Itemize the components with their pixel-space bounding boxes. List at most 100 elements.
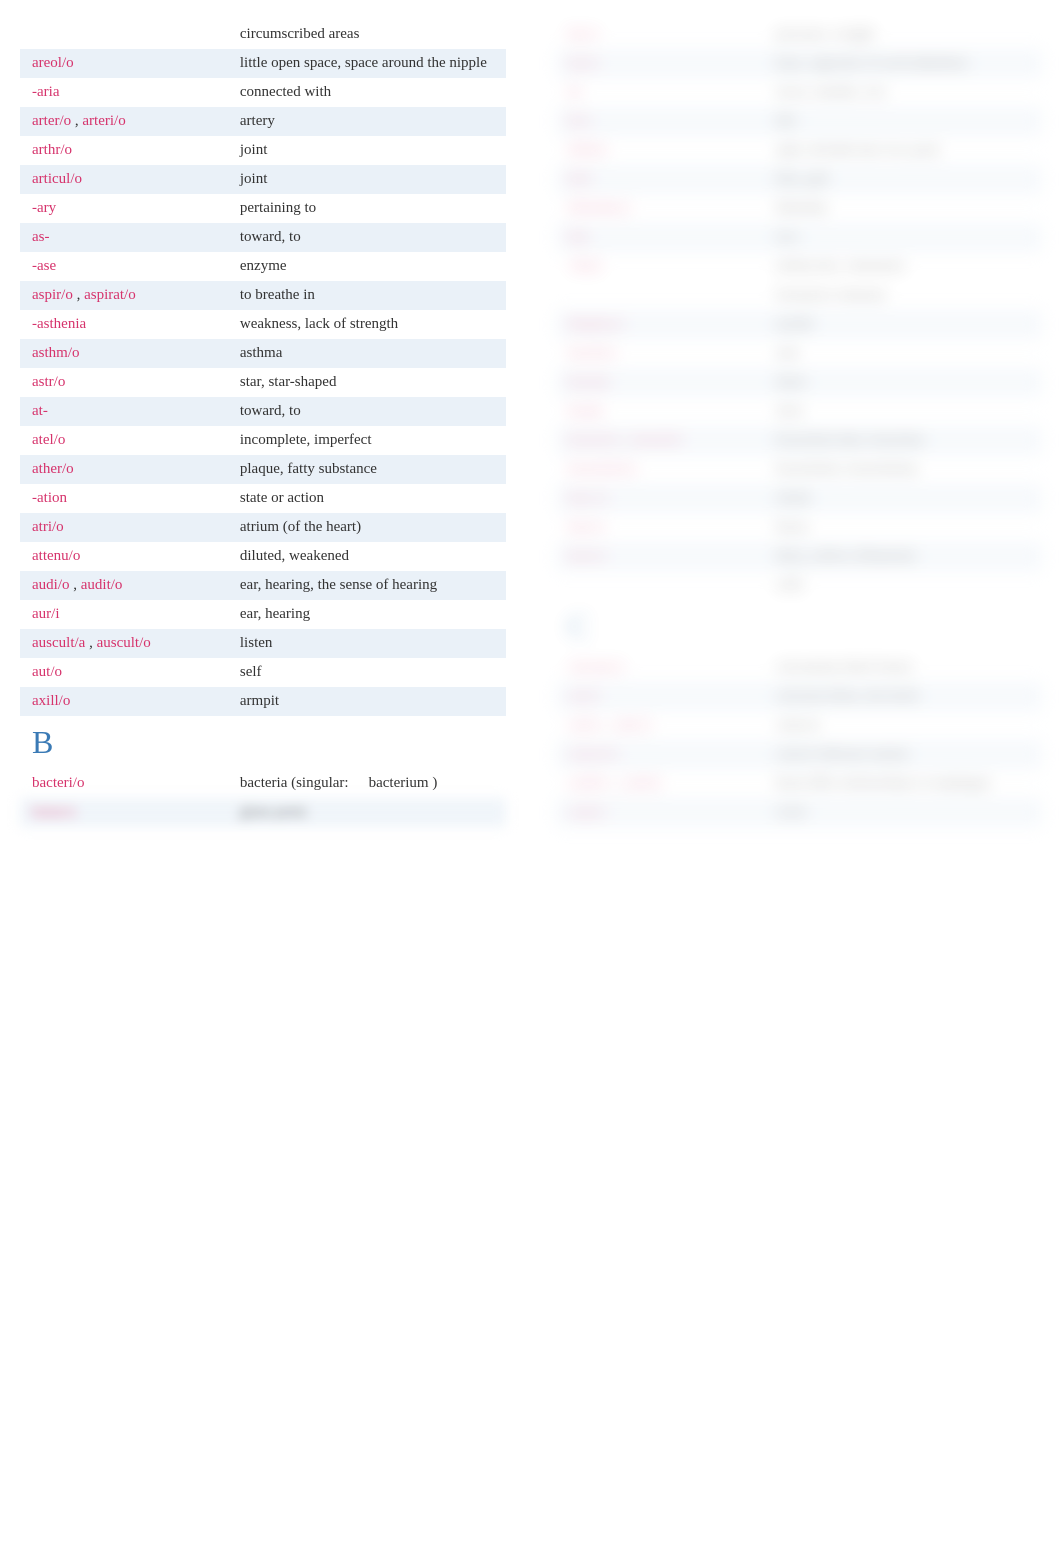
glossary-entry: articul/ojoint — [20, 165, 506, 194]
entry-terms: bacteri/o — [32, 775, 240, 792]
term-link[interactable]: arthr/o — [32, 142, 72, 158]
term-link[interactable]: aspir/o — [32, 287, 73, 303]
entry-definition: bronchiole, bronchiolus — [776, 461, 1030, 478]
entry-terms: attenu/o — [32, 548, 240, 565]
entry-terms: arthr/o — [32, 142, 240, 159]
entry-definition: dirty, yellow (filament) — [776, 548, 1030, 565]
term-link[interactable]: aut/o — [32, 664, 62, 680]
glossary-entry: burs/obursa — [556, 513, 1042, 542]
glossary-entry: carp/o wrist — [556, 798, 1042, 827]
term-link[interactable]: auscult/o — [97, 635, 151, 651]
term-link[interactable]: bronchiol/o — [568, 461, 637, 477]
entry-definition: cheek — [776, 490, 1030, 507]
entry-terms: aspir/o , aspirat/o — [32, 287, 240, 304]
term-link[interactable]: calcane/o — [568, 659, 625, 675]
term-link[interactable]: attenu/o — [32, 548, 80, 564]
term-link[interactable]: bin- — [568, 229, 592, 245]
term-link[interactable]: bar/o — [568, 26, 599, 42]
entry-definition: toward, to — [240, 229, 494, 246]
glossary-entry: axill/oarmpit — [20, 687, 506, 716]
term-link[interactable]: ather/o — [32, 461, 74, 477]
entry-definition: circumscribed areas — [240, 26, 494, 43]
glossary-entry: atel/oincomplete, imperfect — [20, 426, 506, 455]
term-link[interactable]: bucc/o — [568, 490, 608, 506]
glossary-entry: bucc/o cheek — [556, 484, 1042, 513]
entry-definition: pertaining to — [240, 200, 494, 217]
term-link[interactable]: byss/o — [568, 548, 606, 564]
term-link[interactable]: -asthenia — [32, 316, 86, 332]
term-link[interactable]: blephar/o — [568, 316, 625, 332]
term-link[interactable]: calc/i — [568, 688, 600, 704]
entry-definition: short — [776, 374, 1030, 391]
term-link[interactable]: bilirubin/o — [568, 200, 631, 216]
entry-definition: calyces — [776, 717, 1030, 734]
glossary-entry: bi-twice, double, two — [556, 78, 1042, 107]
term-link[interactable]: atri/o — [32, 519, 64, 535]
term-link[interactable]: bronch/o — [568, 432, 621, 448]
term-link[interactable]: cardi/o — [568, 775, 610, 791]
term-link[interactable]: areol/o — [32, 55, 74, 71]
right-column: bar/o pressure, weight bas/o base, opposite… — [556, 20, 1042, 827]
term-link[interactable]: carp/o — [568, 804, 605, 820]
entry-definition: two — [776, 229, 1030, 246]
entry-terms: bar/o — [568, 26, 776, 43]
entry-definition: glans penis — [240, 804, 494, 821]
term-link[interactable]: axill/o — [32, 693, 70, 709]
term-link[interactable]: calic/o — [613, 717, 653, 733]
entry-definition: wrist — [776, 804, 1030, 821]
term-link[interactable]: brady- — [568, 403, 607, 419]
entry-terms: cali/o , calic/o — [568, 717, 776, 734]
entry-definition: toward, to — [240, 403, 494, 420]
entry-terms: atri/o — [32, 519, 240, 536]
term-link[interactable]: -ation — [32, 490, 67, 506]
term-link[interactable]: at- — [32, 403, 48, 419]
term-link[interactable]: arter/o — [32, 113, 71, 129]
term-link[interactable]: aur/i — [32, 606, 60, 622]
glossary-entry: blephar/oeyelid — [556, 310, 1042, 339]
entry-definition: diluted, weakened — [240, 548, 494, 565]
term-link[interactable]: aspirat/o — [84, 287, 136, 303]
term-link[interactable]: bifid/o — [568, 142, 608, 158]
term-link[interactable]: brachy- — [568, 374, 614, 390]
term-link[interactable]: cali/o — [568, 717, 601, 733]
term-link[interactable]: -ase — [32, 258, 56, 274]
term-link[interactable]: atel/o — [32, 432, 65, 448]
term-link[interactable]: bi/o — [568, 113, 591, 129]
term-link[interactable]: balan/o — [32, 804, 76, 820]
entry-definition: pressure, weight — [776, 26, 1030, 43]
term-link[interactable]: cardi/a — [621, 775, 662, 791]
term-link[interactable]: auscult/a — [32, 635, 85, 651]
term-link[interactable]: arteri/o — [82, 113, 125, 129]
entry-terms: aur/i — [32, 606, 240, 623]
entry-definition: state or action — [240, 490, 494, 507]
term-link[interactable]: as- — [32, 229, 50, 245]
term-link[interactable]: -blast — [568, 258, 601, 274]
term-link[interactable]: bronch/i — [633, 432, 683, 448]
entry-terms: -ary — [32, 200, 240, 217]
entry-terms: areol/o — [32, 55, 240, 72]
term-link[interactable]: brachi/o — [568, 345, 617, 361]
term-link[interactable]: -ary — [32, 200, 56, 216]
term-link[interactable]: bas/o — [568, 55, 600, 71]
entry-terms: -ase — [32, 258, 240, 275]
term-link[interactable]: audi/o — [32, 577, 70, 593]
entry-definition: arm — [776, 345, 1030, 362]
term-link[interactable]: asthm/o — [32, 345, 80, 361]
term-link[interactable]: bil/i — [568, 171, 592, 187]
term-link[interactable]: bacteri/o — [32, 775, 84, 791]
term-link[interactable]: cancer/o — [568, 746, 619, 762]
term-link[interactable]: burs/o — [568, 519, 606, 535]
left-column: circumscribed areasareol/olittle open sp… — [20, 20, 506, 827]
term-link[interactable]: bi- — [568, 84, 585, 100]
entry-terms: cancer/o — [568, 746, 776, 763]
term-link[interactable]: -aria — [32, 84, 59, 100]
term-link[interactable]: astr/o — [32, 374, 65, 390]
glossary-entry: bronchiol/o bronchiole, bronchiolus — [556, 455, 1042, 484]
glossary-entry: aspir/o , aspirat/oto breathe in — [20, 281, 506, 310]
entry-definition: enzyme — [240, 258, 494, 275]
entry-definition: base, opposite of acid (alkaline) — [776, 55, 1030, 72]
entry-terms: arter/o , arteri/o — [32, 113, 240, 130]
term-link[interactable]: articul/o — [32, 171, 82, 187]
term-link[interactable]: audit/o — [81, 577, 123, 593]
entry-terms: at- — [32, 403, 240, 420]
